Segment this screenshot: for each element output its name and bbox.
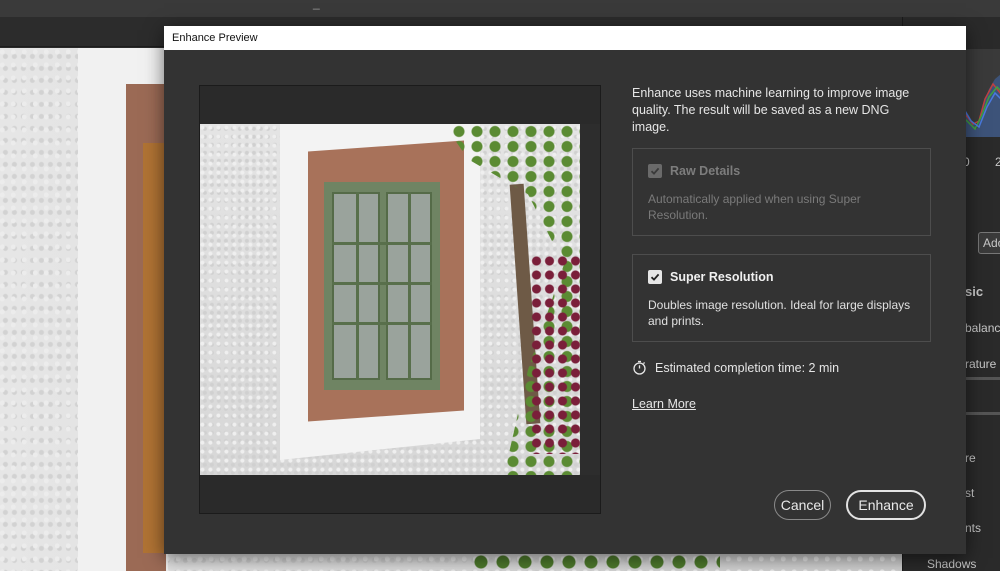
enhance-button[interactable]: Enhance <box>846 490 926 520</box>
tint-slider[interactable] <box>965 412 1000 415</box>
basic-section-title[interactable]: sic <box>965 284 983 299</box>
enhance-preview-dialog: Enhance Preview Enhance uses machine lea… <box>164 26 966 554</box>
histogram-tick-2: 2 <box>995 155 1000 169</box>
check-icon <box>650 273 660 281</box>
photo-leaves <box>470 553 720 571</box>
window-mullion <box>408 192 411 380</box>
super-resolution-label[interactable]: Super Resolution <box>670 270 773 284</box>
raw-details-option: Raw Details Automatically applied when u… <box>632 148 931 236</box>
dialog-description: Enhance uses machine learning to improve… <box>632 86 910 134</box>
photo-wood-shutter <box>143 143 164 553</box>
temperature-slider[interactable] <box>965 377 1000 380</box>
profile-dropdown[interactable]: Ado <box>978 232 1000 254</box>
profile-dropdown-label: Ado <box>983 236 1000 250</box>
shadows-label: Shadows <box>927 557 977 571</box>
preview-window <box>324 182 440 390</box>
app-title-bar: _ <box>0 0 1000 17</box>
minimize-glyph: _ <box>313 0 320 10</box>
raw-details-checkbox <box>648 164 662 178</box>
learn-more-link[interactable]: Learn More <box>632 397 696 411</box>
stopwatch-icon <box>633 360 646 375</box>
highlights-label: nts <box>965 521 982 535</box>
preview-image[interactable] <box>200 124 600 475</box>
temperature-label: rature <box>965 357 997 371</box>
super-resolution-description: Doubles image resolution. Ideal for larg… <box>648 298 911 328</box>
window-mullion <box>356 192 359 380</box>
window-mullion <box>332 282 432 285</box>
super-resolution-option: Super Resolution Doubles image resolutio… <box>632 254 931 342</box>
window-mullion <box>332 322 432 325</box>
preview-doorway-shadow <box>580 124 600 475</box>
estimated-time-text: Estimated completion time: 2 min <box>655 360 840 375</box>
exposure-label: re <box>965 451 976 465</box>
check-icon <box>650 167 660 175</box>
raw-details-label: Raw Details <box>670 164 741 178</box>
super-resolution-checkbox[interactable] <box>648 270 662 284</box>
raw-details-description: Automatically applied when using Super R… <box>648 192 861 222</box>
dialog-title: Enhance Preview <box>172 32 258 44</box>
white-balance-label: balance <box>965 321 1000 335</box>
contrast-label: st <box>965 486 975 500</box>
estimated-time: Estimated completion time: 2 min <box>632 360 839 375</box>
cancel-button[interactable]: Cancel <box>774 490 831 520</box>
dialog-title-bar[interactable]: Enhance Preview <box>164 26 966 50</box>
window-mullion <box>332 242 432 245</box>
preview-panel[interactable] <box>199 85 601 514</box>
histogram <box>965 49 1000 137</box>
